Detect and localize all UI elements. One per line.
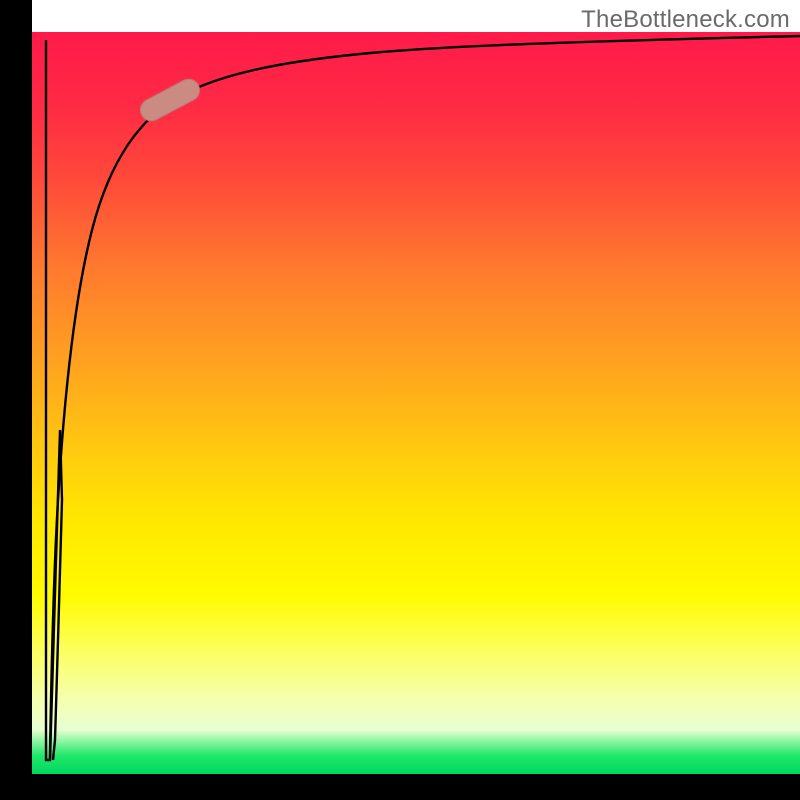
chart-canvas: TheBottleneck.com	[0, 0, 800, 800]
x-axis-bar	[0, 774, 800, 800]
plot-gradient-background	[32, 32, 800, 774]
y-axis-bar	[0, 0, 32, 800]
attribution-label: TheBottleneck.com	[581, 6, 790, 34]
